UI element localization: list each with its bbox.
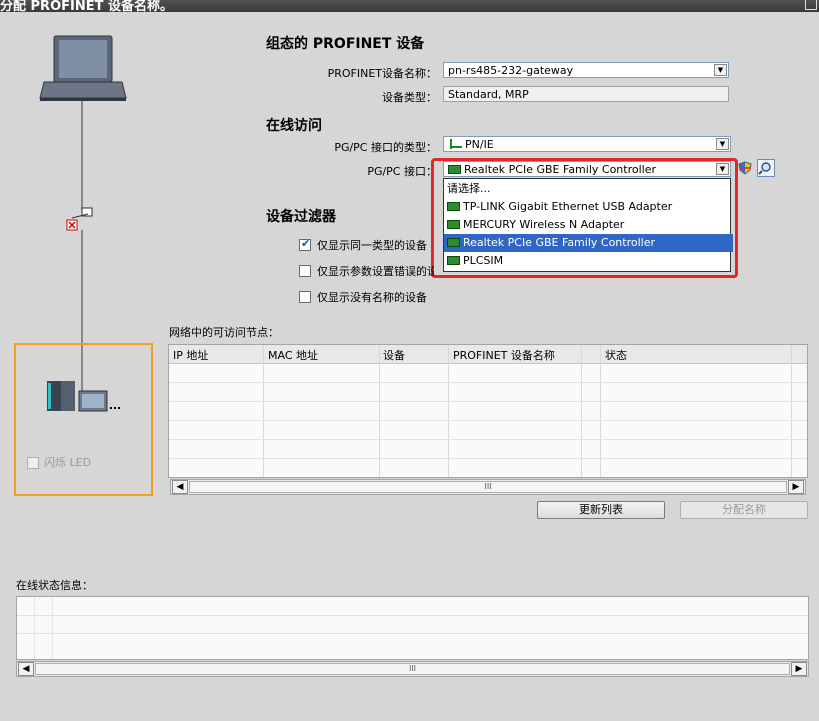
device-frame: 闪烁 LED bbox=[14, 343, 153, 496]
search-icon[interactable] bbox=[757, 159, 775, 177]
scroll-left-icon[interactable]: ◀ bbox=[18, 662, 34, 676]
window-title-bar: 分配 PROFINET 设备名称。 bbox=[0, 0, 819, 14]
filter-param-error-checkbox[interactable] bbox=[299, 265, 311, 277]
profinet-name-combobox[interactable]: pn-rs485-232-gateway ▼ bbox=[443, 62, 729, 78]
online-access-heading: 在线访问 bbox=[266, 118, 322, 134]
device-filter-heading: 设备过滤器 bbox=[266, 209, 336, 225]
chevron-down-icon[interactable]: ▼ bbox=[714, 64, 727, 76]
configured-device-heading: 组态的 PROFINET 设备 bbox=[266, 36, 425, 52]
filter-same-type-checkbox[interactable] bbox=[299, 237, 311, 251]
iface-type-value: PN/IE bbox=[465, 138, 494, 151]
profinet-name-label: PROFINET设备名称： bbox=[327, 67, 437, 80]
scroll-right-icon[interactable]: ▶ bbox=[791, 662, 807, 676]
iface-type-combobox[interactable]: PN/IE ▼ bbox=[443, 136, 731, 152]
device-type-label: 设备类型： bbox=[382, 91, 437, 104]
device-type-value: Standard, MRP bbox=[448, 88, 529, 101]
scroll-left-icon[interactable]: ◀ bbox=[172, 480, 188, 494]
nodes-table-header: IP 地址 MAC 地址 设备 PROFINET 设备名称 状态 bbox=[169, 345, 807, 364]
nodes-table[interactable]: IP 地址 MAC 地址 设备 PROFINET 设备名称 状态 bbox=[168, 344, 808, 478]
highlight-annotation-box bbox=[431, 158, 738, 278]
network-diagram: 闪烁 LED bbox=[0, 20, 160, 500]
filter-same-type-label: 仅显示同一类型的设备 bbox=[317, 239, 427, 252]
chevron-down-icon[interactable]: ▼ bbox=[716, 138, 729, 150]
column-header-mac[interactable]: MAC 地址 bbox=[268, 347, 318, 363]
device-type-field: Standard, MRP bbox=[443, 86, 729, 102]
nodes-horizontal-scrollbar[interactable]: ◀ III ▶ bbox=[170, 479, 806, 495]
iface-type-label: PG/PC 接口的类型： bbox=[334, 141, 437, 154]
refresh-list-button[interactable]: 更新列表 bbox=[537, 501, 665, 519]
filter-param-error-label: 仅显示参数设置错误的设备 bbox=[317, 265, 434, 278]
assign-name-button[interactable]: 分配名称 bbox=[680, 501, 808, 519]
scroll-right-icon[interactable]: ▶ bbox=[788, 480, 804, 494]
column-header-status[interactable]: 状态 bbox=[605, 347, 627, 363]
flash-led-checkbox[interactable] bbox=[27, 457, 39, 469]
online-status-title: 在线状态信息： bbox=[16, 579, 93, 592]
device-icon bbox=[47, 381, 120, 412]
iface-label: PG/PC 接口： bbox=[367, 165, 437, 178]
pn-ie-icon bbox=[448, 139, 462, 149]
filter-no-name-checkbox[interactable] bbox=[299, 291, 311, 303]
column-header-device[interactable]: 设备 bbox=[383, 347, 405, 363]
online-status-list[interactable] bbox=[16, 596, 809, 660]
profinet-name-value: pn-rs485-232-gateway bbox=[448, 64, 574, 77]
window-control-button[interactable] bbox=[805, 0, 817, 10]
scroll-thumb[interactable]: III bbox=[189, 481, 787, 493]
flash-led-label: 闪烁 LED bbox=[44, 456, 92, 469]
column-header-ip[interactable]: IP 地址 bbox=[173, 347, 208, 363]
filter-no-name-label: 仅显示没有名称的设备 bbox=[317, 291, 427, 304]
scroll-thumb[interactable]: III bbox=[35, 663, 790, 675]
window-title: 分配 PROFINET 设备名称。 bbox=[0, 0, 173, 14]
accessible-nodes-title: 网络中的可访问节点： bbox=[169, 326, 279, 339]
shield-icon[interactable] bbox=[738, 161, 752, 175]
status-horizontal-scrollbar[interactable]: ◀ III ▶ bbox=[16, 661, 809, 677]
column-header-profinet-name[interactable]: PROFINET 设备名称 bbox=[453, 347, 555, 363]
